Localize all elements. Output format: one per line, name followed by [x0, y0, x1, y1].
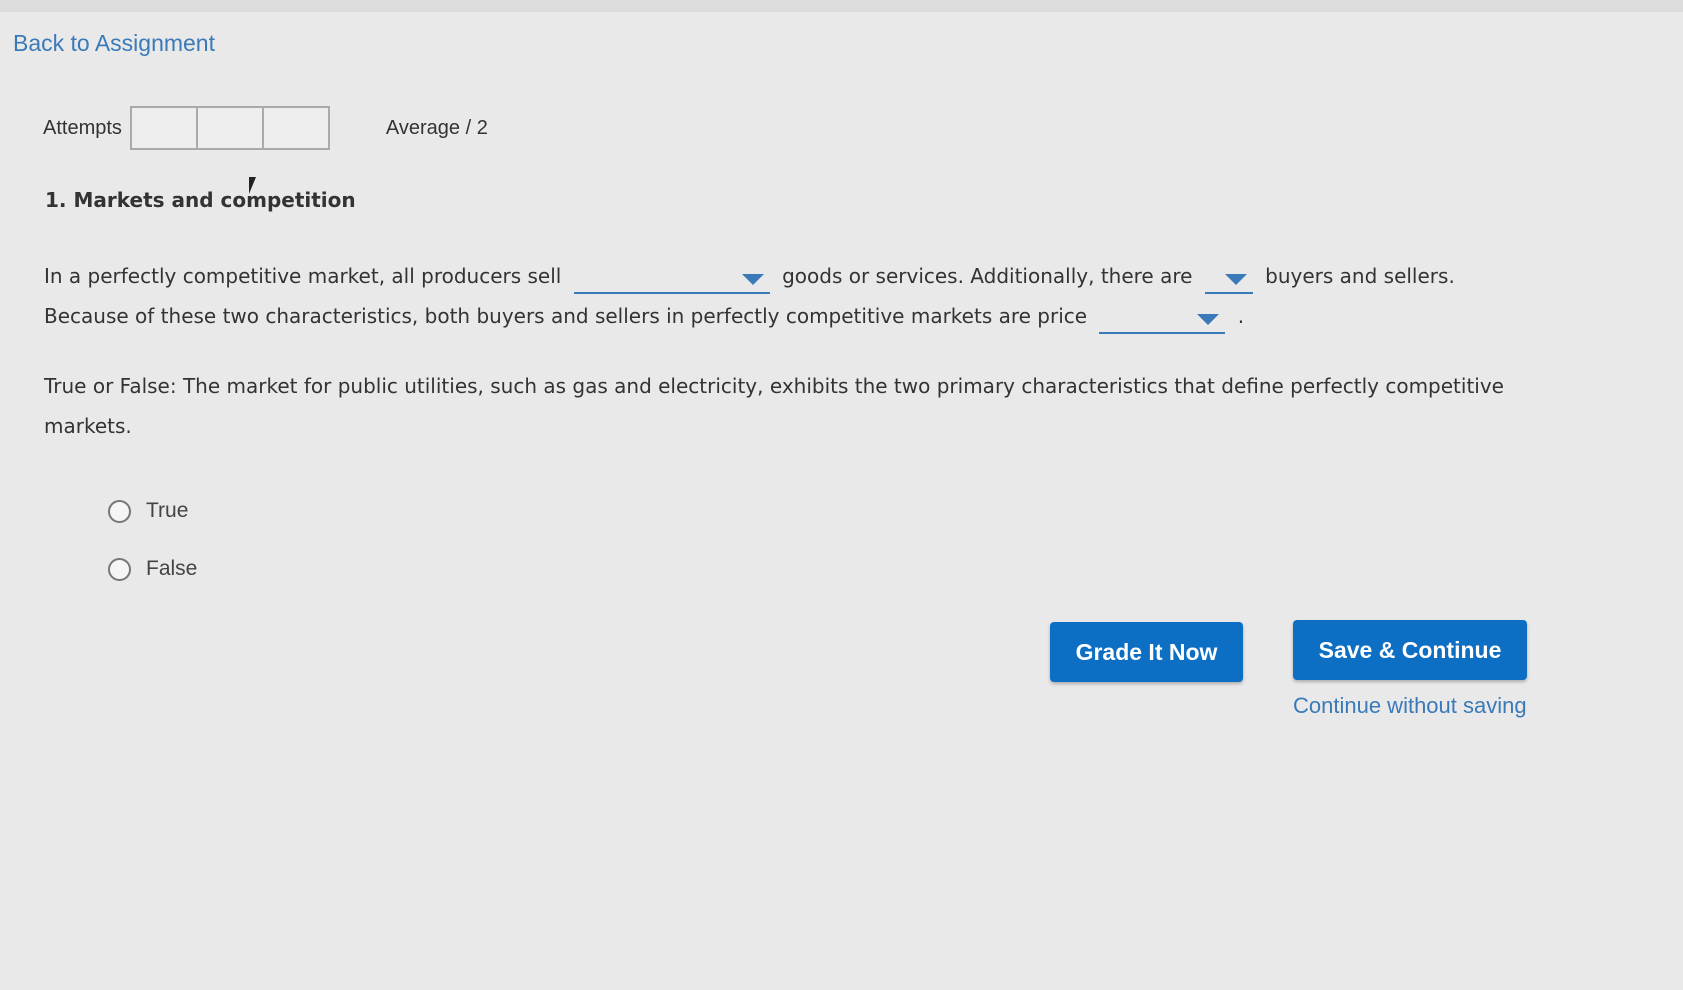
attempts-row: Attempts Average / 2: [43, 106, 488, 150]
radio-true[interactable]: [108, 499, 131, 523]
option-false-label: False: [146, 557, 198, 580]
price-role-dropdown[interactable]: [1099, 302, 1226, 334]
mouse-cursor-icon: [249, 177, 256, 194]
question-paragraph-1: In a perfectly competitive market, all p…: [44, 256, 1544, 336]
goods-type-dropdown[interactable]: [573, 262, 770, 294]
chevron-down-icon: [1224, 273, 1247, 285]
question-text-end: .: [1237, 304, 1245, 328]
chevron-down-icon: [1197, 313, 1220, 325]
top-strip: [0, 0, 1683, 12]
back-to-assignment-link[interactable]: Back to Assignment: [13, 30, 215, 57]
question-text-part-1: In a perfectly competitive market, all p…: [44, 264, 562, 288]
attempt-box-2: [197, 108, 264, 148]
attempt-box-1: [131, 108, 198, 148]
attempt-boxes: [129, 106, 330, 150]
option-true[interactable]: True: [108, 482, 197, 540]
grade-it-now-button[interactable]: Grade It Now: [1050, 622, 1243, 682]
question-title: 1. Markets and competition: [45, 188, 356, 212]
average-score: Average / 2: [385, 116, 488, 139]
option-false[interactable]: False: [108, 540, 197, 598]
buyers-count-dropdown[interactable]: [1204, 262, 1253, 294]
continue-without-saving-link[interactable]: Continue without saving: [1293, 693, 1527, 719]
attempts-label: Attempts: [43, 116, 122, 139]
true-false-question: True or False: The market for public uti…: [44, 374, 1504, 438]
save-and-continue-button[interactable]: Save & Continue: [1293, 620, 1527, 680]
chevron-down-icon: [741, 273, 764, 285]
question-text-part-2: goods or services. Additionally, there a…: [782, 264, 1193, 288]
attempt-box-3: [263, 108, 328, 148]
radio-false[interactable]: [108, 557, 131, 581]
answer-options: True False: [108, 482, 197, 598]
option-true-label: True: [146, 499, 189, 522]
